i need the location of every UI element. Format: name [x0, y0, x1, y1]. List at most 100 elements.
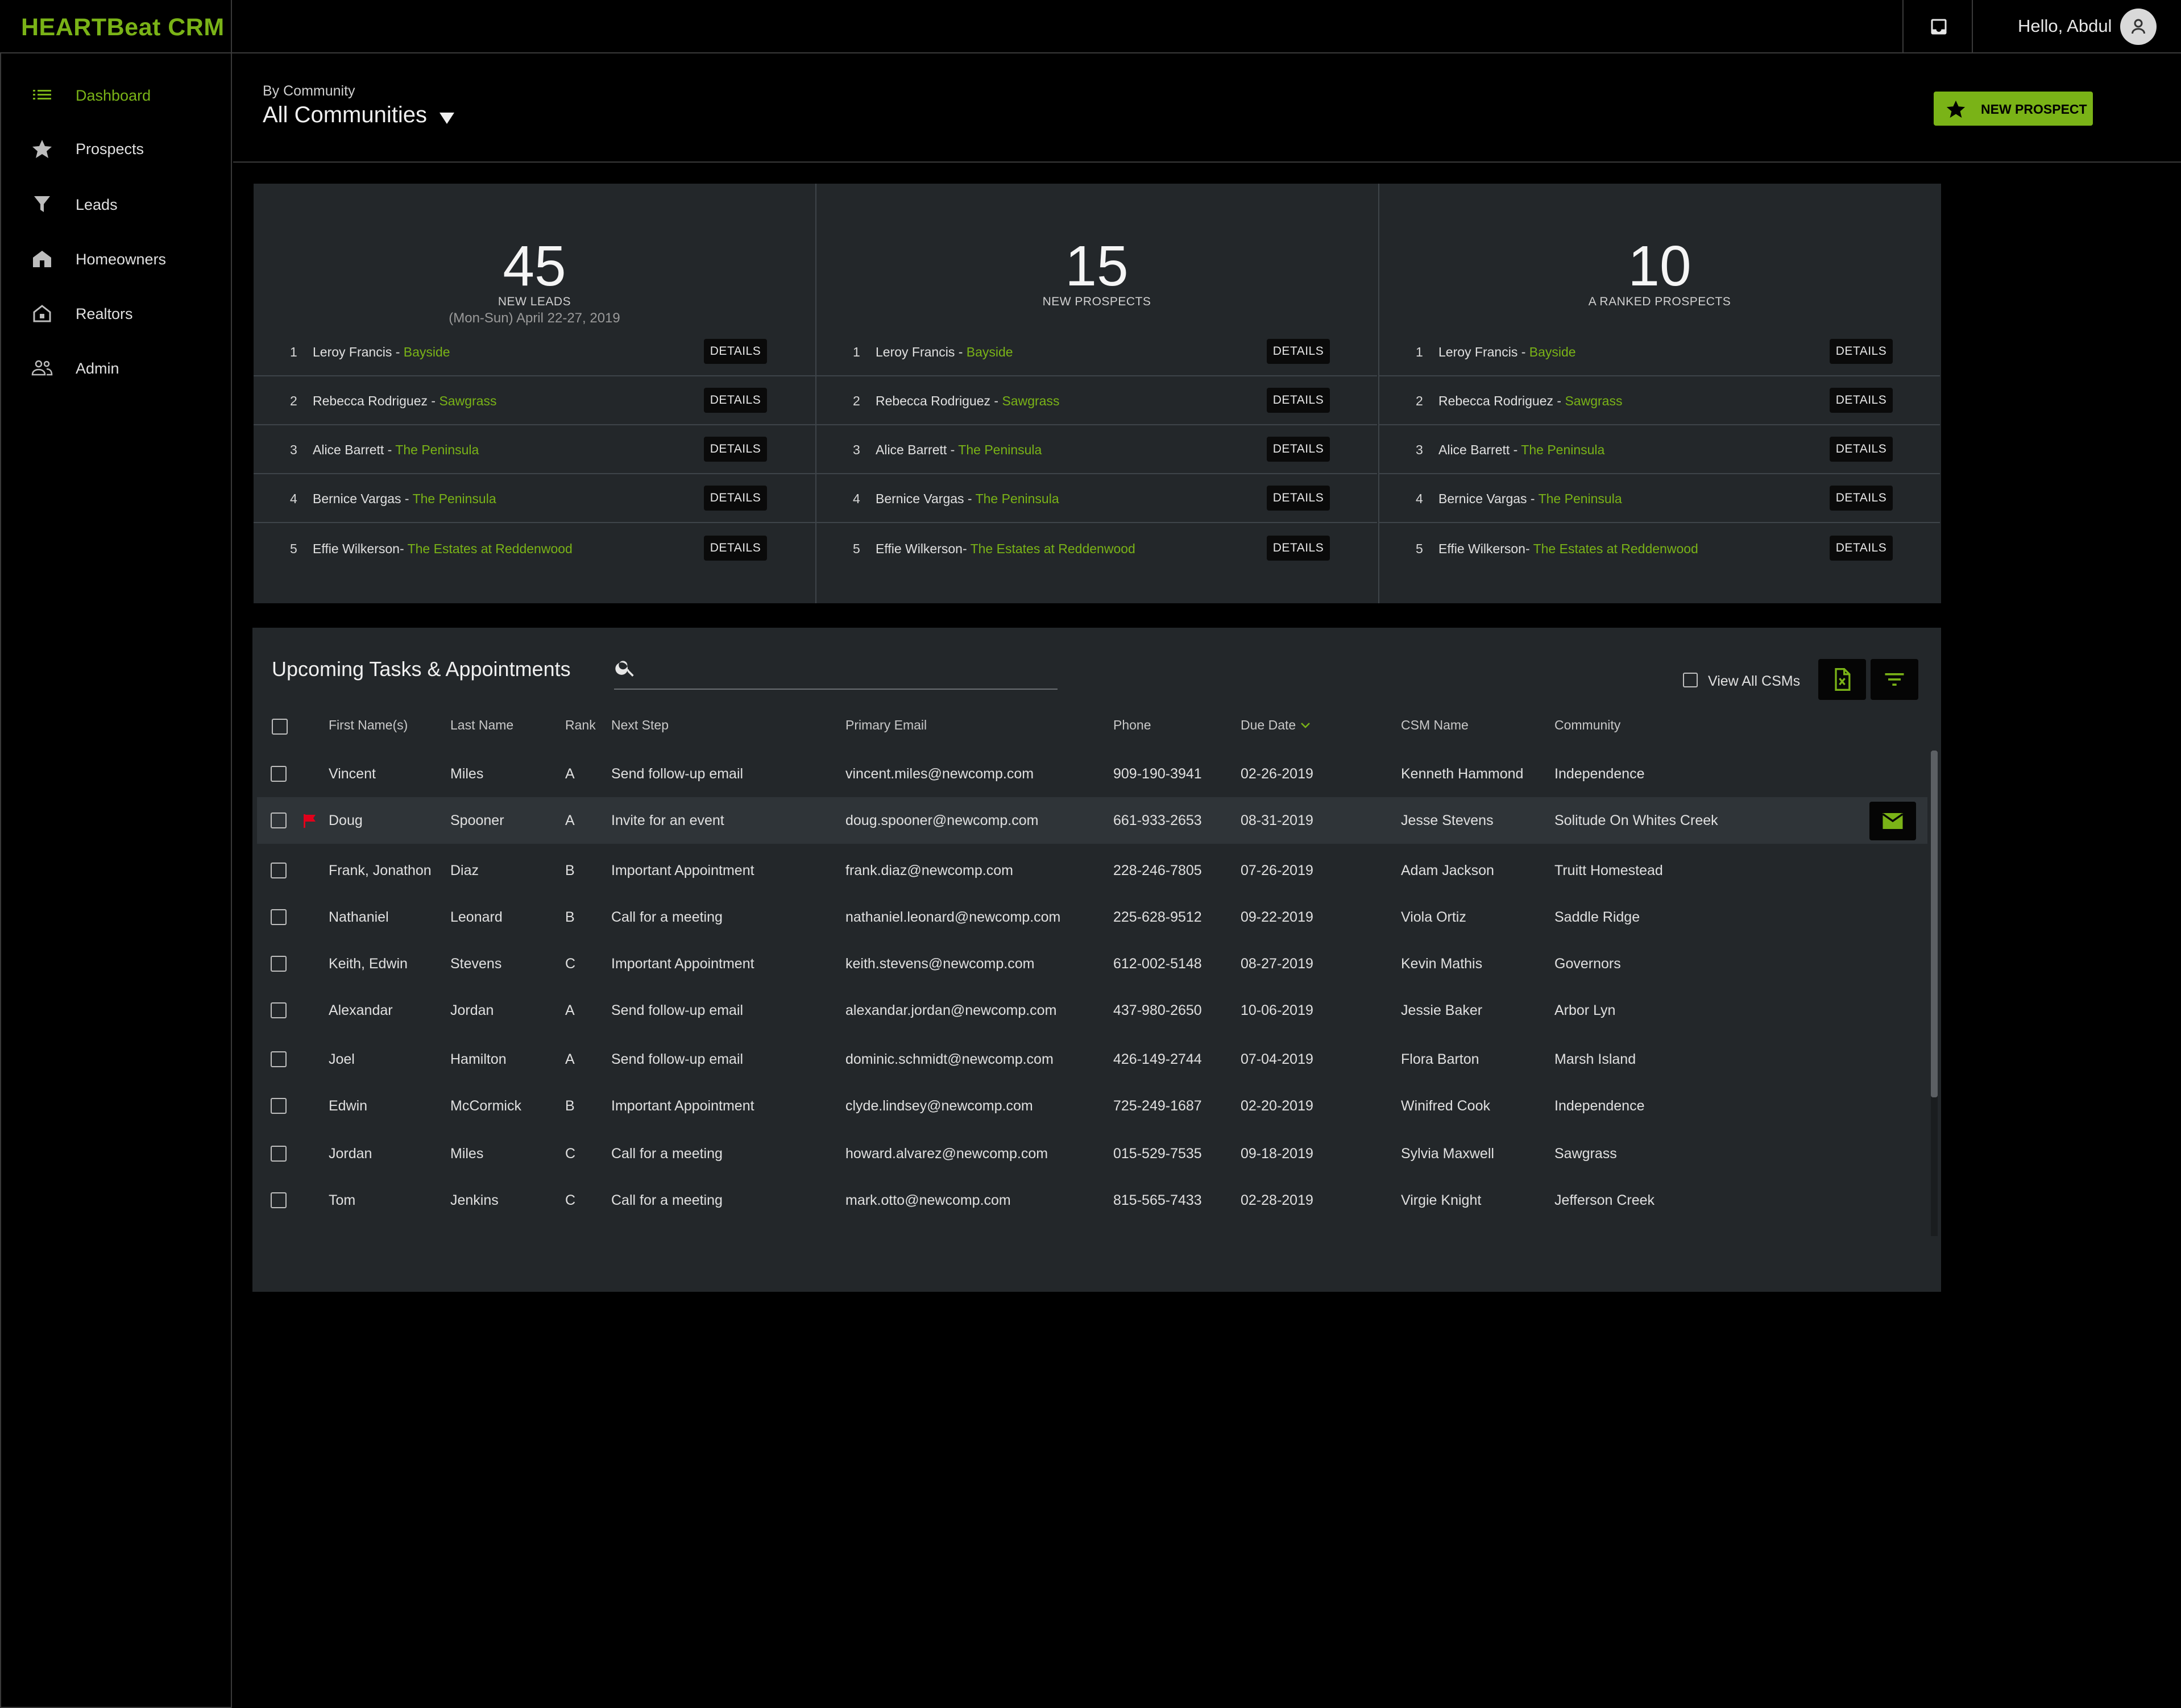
row-checkbox[interactable]	[271, 863, 287, 878]
table-row[interactable]: Alexandar Jordan A Send follow-up email alex…	[257, 987, 1927, 1034]
cell-due-date: 07-04-2019	[1241, 1051, 1313, 1067]
rank-number: 1	[290, 345, 297, 359]
community-link[interactable]: The Estates at Reddenwood	[971, 541, 1135, 556]
details-button[interactable]: DETAILS	[1267, 486, 1330, 511]
column-header[interactable]: Community	[1554, 718, 1620, 733]
details-button[interactable]: DETAILS	[704, 388, 767, 413]
details-button[interactable]: DETAILS	[1267, 388, 1330, 413]
column-header[interactable]: Rank	[565, 718, 596, 733]
send-email-button[interactable]	[1869, 802, 1916, 840]
caret-down-icon[interactable]	[439, 113, 454, 124]
details-button[interactable]: DETAILS	[704, 437, 767, 462]
details-button[interactable]: DETAILS	[1830, 437, 1893, 462]
details-button[interactable]: DETAILS	[704, 486, 767, 511]
table-row[interactable]: Jordan Miles C Call for a meeting howard.alv…	[257, 1130, 1927, 1177]
community-link[interactable]: Sawgrass	[439, 393, 496, 408]
row-checkbox[interactable]	[271, 1098, 287, 1114]
details-button[interactable]: DETAILS	[1267, 437, 1330, 462]
export-excel-button[interactable]	[1818, 659, 1866, 700]
community-link[interactable]: Bayside	[404, 345, 450, 359]
stat-label: NEW LEADS	[497, 295, 571, 308]
row-checkbox[interactable]	[271, 1051, 287, 1067]
search-icon[interactable]	[614, 656, 637, 679]
row-checkbox[interactable]	[271, 909, 287, 925]
column-header[interactable]: First Name(s)	[329, 718, 408, 733]
table-row[interactable]: Edwin McCormick B Important Appointment clyd…	[257, 1083, 1927, 1129]
details-button[interactable]: DETAILS	[1830, 388, 1893, 413]
details-button[interactable]: DETAILS	[704, 339, 767, 364]
community-link[interactable]: Bayside	[967, 345, 1013, 359]
row-checkbox[interactable]	[271, 1002, 287, 1018]
row-checkbox[interactable]	[271, 1146, 287, 1162]
select-all-checkbox[interactable]	[272, 719, 288, 735]
table-row[interactable]: Nathaniel Leonard B Call for a meeting natha…	[257, 894, 1927, 940]
details-button[interactable]: DETAILS	[1267, 536, 1330, 561]
community-link[interactable]: The Peninsula	[1521, 442, 1604, 457]
sidebar-item-prospects[interactable]: Prospects	[1, 128, 231, 168]
filter-button[interactable]	[1871, 659, 1918, 700]
details-button[interactable]: DETAILS	[704, 536, 767, 561]
brand-logo-text[interactable]: HEARTBeat CRM	[21, 14, 225, 42]
cell-email: keith.stevens@newcomp.com	[845, 956, 1035, 972]
table-row[interactable]: Joel Hamilton A Send follow-up email dominic…	[257, 1036, 1927, 1083]
avatar[interactable]	[2120, 9, 2157, 45]
row-checkbox[interactable]	[271, 766, 287, 782]
row-checkbox[interactable]	[271, 956, 287, 972]
community-link[interactable]: The Peninsula	[976, 491, 1059, 506]
user-greeting[interactable]: Hello, Abdul	[2018, 16, 2112, 36]
sidebar-item-label: Prospects	[76, 140, 144, 157]
cell-next-step: Send follow-up email	[611, 1051, 744, 1067]
sidebar-item-leads[interactable]: Leads	[1, 184, 231, 224]
cell-rank: C	[565, 1146, 576, 1162]
details-button[interactable]: DETAILS	[1267, 339, 1330, 364]
column-header-due-date[interactable]: Due Date	[1241, 718, 1311, 733]
community-link[interactable]: Sawgrass	[1002, 393, 1059, 408]
rank-number: 4	[1416, 491, 1423, 506]
community-link[interactable]: The Peninsula	[958, 442, 1042, 457]
table-row[interactable]: Keith, Edwin Stevens C Important Appointmen…	[257, 940, 1927, 987]
inbox-button[interactable]	[1902, 0, 1973, 53]
community-link[interactable]: The Estates at Reddenwood	[1533, 541, 1698, 556]
column-header[interactable]: CSM Name	[1401, 718, 1469, 733]
rank-number: 2	[1416, 393, 1423, 408]
community-filter-bar: By Community All Communities NEW PROSPEC…	[233, 55, 2181, 163]
community-link[interactable]: The Estates at Reddenwood	[408, 541, 573, 556]
community-select[interactable]: All Communities	[263, 102, 427, 128]
column-header[interactable]: Next Step	[611, 718, 669, 733]
name-text: Effie Wilkerson-	[876, 541, 971, 556]
name-text: Bernice Vargas -	[313, 491, 413, 506]
new-prospect-button[interactable]: NEW PROSPECT	[1934, 92, 2093, 126]
details-button[interactable]: DETAILS	[1830, 536, 1893, 561]
brand[interactable]: HEARTBeat CRM	[0, 0, 232, 53]
column-header[interactable]: Phone	[1113, 718, 1151, 733]
table-row[interactable]: Frank, Jonathon Diaz B Important Appointmen…	[257, 847, 1927, 894]
column-header[interactable]: Primary Email	[845, 718, 927, 733]
row-checkbox[interactable]	[271, 1192, 287, 1208]
flag-icon[interactable]	[302, 813, 317, 829]
community-link[interactable]: The Peninsula	[413, 491, 496, 506]
scrollbar-thumb[interactable]	[1931, 751, 1938, 1097]
sidebar-item-dashboard[interactable]: Dashboard	[1, 75, 231, 115]
table-row[interactable]: Tom Jenkins C Call for a meeting mark.otto@n…	[257, 1177, 1927, 1224]
list-item: 4 Bernice Vargas - The Peninsula DETAILS	[254, 474, 815, 523]
cell-rank: A	[565, 766, 575, 782]
table-row[interactable]: Vincent Miles A Send follow-up email vincent…	[257, 751, 1927, 797]
view-all-checkbox[interactable]	[1683, 673, 1698, 687]
column-header[interactable]: Last Name	[450, 718, 513, 733]
community-link[interactable]: Sawgrass	[1565, 393, 1622, 408]
row-checkbox[interactable]	[271, 812, 287, 828]
sidebar-item-realtors[interactable]: Realtors	[1, 293, 231, 333]
sidebar-item-admin[interactable]: Admin	[1, 348, 231, 388]
community-link[interactable]: The Peninsula	[1539, 491, 1622, 506]
community-link[interactable]: The Peninsula	[395, 442, 479, 457]
sidebar-item-homeowners[interactable]: Homeowners	[1, 239, 231, 279]
community-link[interactable]: Bayside	[1529, 345, 1576, 359]
column-header-label: Due Date	[1241, 718, 1296, 732]
table-scrollbar[interactable]	[1931, 751, 1938, 1236]
cell-csm-name: Jesse Stevens	[1401, 812, 1494, 828]
table-row[interactable]: Doug Spooner A Invite for an event doug.spoo…	[257, 797, 1927, 844]
search-input[interactable]	[614, 689, 1058, 690]
person-name: Effie Wilkerson- The Estates at Reddenwo…	[1438, 541, 1698, 557]
details-button[interactable]: DETAILS	[1830, 486, 1893, 511]
details-button[interactable]: DETAILS	[1830, 339, 1893, 364]
